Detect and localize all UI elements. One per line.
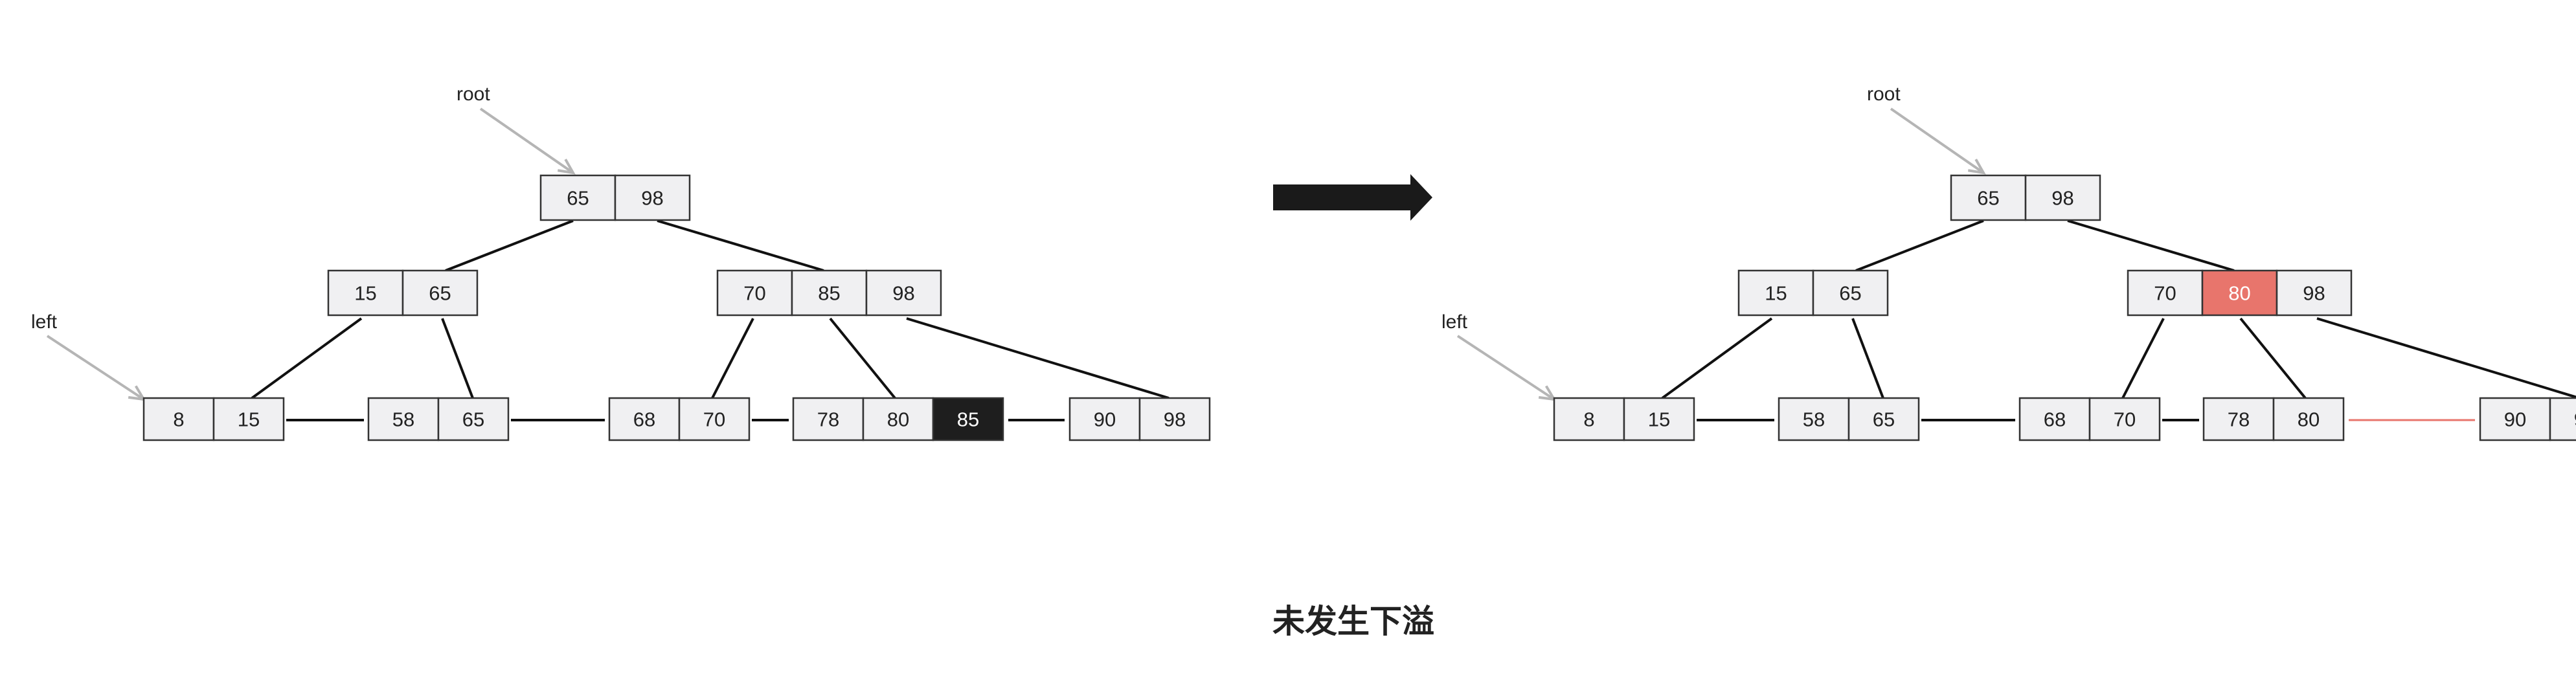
key-value: 58 [392, 408, 414, 431]
diagram-canvas: rootleft65 9815 65 70 85 988 15 58 65 68 70 78 80 85 9… [31, 83, 2576, 441]
key-value: 58 [1803, 408, 1825, 431]
transition-arrow [1273, 174, 1432, 221]
key-value: 65 [429, 282, 451, 305]
leaf-node: 68 70 [608, 397, 751, 441]
key-value: 65 [1873, 408, 1895, 431]
caption: 未发生下溢 [1272, 603, 1434, 640]
btree-diagram: root left 65 98 15 65 70 85 98 8 15 58 65 68 70 78 80 85 9… [0, 0, 2576, 690]
key-value: 15 [238, 408, 260, 431]
internal-node: 70 80 98 [2127, 269, 2353, 317]
tree-edge [2239, 317, 2307, 399]
key-value: 80 [887, 408, 909, 431]
tree-edge [906, 317, 1169, 399]
root-node: 65 98 [1950, 174, 2101, 221]
left-label: left [31, 311, 58, 333]
tree-edge [445, 219, 574, 272]
internal-node: 70 85 98 [716, 269, 942, 317]
key-value: 68 [2044, 408, 2066, 431]
key-value: 70 [703, 408, 725, 431]
key-value: 98 [1164, 408, 1186, 431]
key-value: 80 [2298, 408, 2320, 431]
key-value: 15 [354, 282, 376, 305]
leaf-node: 78 80 85 [792, 397, 1004, 441]
leaf-node: 78 80 [2202, 397, 2345, 441]
key-value: 98 [2051, 187, 2073, 210]
root-pointer-arrow [1890, 107, 1986, 175]
key-value: 98 [892, 282, 914, 305]
leaf-node: 8 15 [1553, 397, 1695, 441]
tree-edge [1851, 318, 1884, 399]
leaf-node: 8 15 [142, 397, 285, 441]
tree-edge [829, 317, 896, 399]
key-value: 90 [1094, 408, 1116, 431]
root-node: 65 98 [539, 174, 691, 221]
root-label: root [457, 83, 490, 105]
key-value: 68 [633, 408, 655, 431]
key-value: 98 [641, 187, 663, 210]
root-label: root [1867, 83, 1901, 105]
tree-edge [2067, 219, 2235, 272]
key-value: 8 [1583, 408, 1594, 431]
leaf-node: 58 65 [1778, 397, 1920, 441]
tree-edge [2121, 318, 2165, 399]
tree-edge [441, 318, 474, 399]
key-value: 85 [818, 282, 840, 305]
tree-edge [1855, 219, 1984, 272]
key-value: 15 [1765, 282, 1787, 305]
key-value: 70 [2114, 408, 2136, 431]
key-value: 65 [567, 187, 589, 210]
tree-edge [1661, 317, 1773, 399]
key-value: 90 [2504, 408, 2526, 431]
leaf-node: 58 65 [367, 397, 510, 441]
key-value: 65 [1977, 187, 1999, 210]
internal-node: 15 65 [327, 269, 479, 317]
root-pointer-arrow [479, 107, 576, 175]
tree-edge [2316, 317, 2576, 399]
tree-edge [711, 318, 754, 399]
leaf-node: 90 98 [1068, 397, 1211, 441]
internal-node: 15 65 [1737, 269, 1889, 317]
left-pointer-arrow [46, 335, 146, 401]
key-value: 70 [743, 282, 765, 305]
key-value: 85 [957, 408, 979, 431]
key-value: 65 [1839, 282, 1861, 305]
key-value: 78 [817, 408, 839, 431]
key-value: 70 [2154, 282, 2176, 305]
left-pointer-arrow [1456, 335, 1557, 401]
key-cell [2549, 397, 2576, 441]
tree-edge [251, 317, 363, 399]
leaf-node: 68 70 [2018, 397, 2161, 441]
key-value: 65 [462, 408, 484, 431]
leaf-node: 9098 [2479, 397, 2576, 441]
tree-edge [657, 219, 824, 272]
left-label: left [1441, 311, 1468, 333]
key-value: 15 [1648, 408, 1670, 431]
key-value: 8 [173, 408, 184, 431]
key-value: 78 [2228, 408, 2250, 431]
key-value: 98 [2303, 282, 2325, 305]
key-value: 80 [2228, 282, 2250, 305]
